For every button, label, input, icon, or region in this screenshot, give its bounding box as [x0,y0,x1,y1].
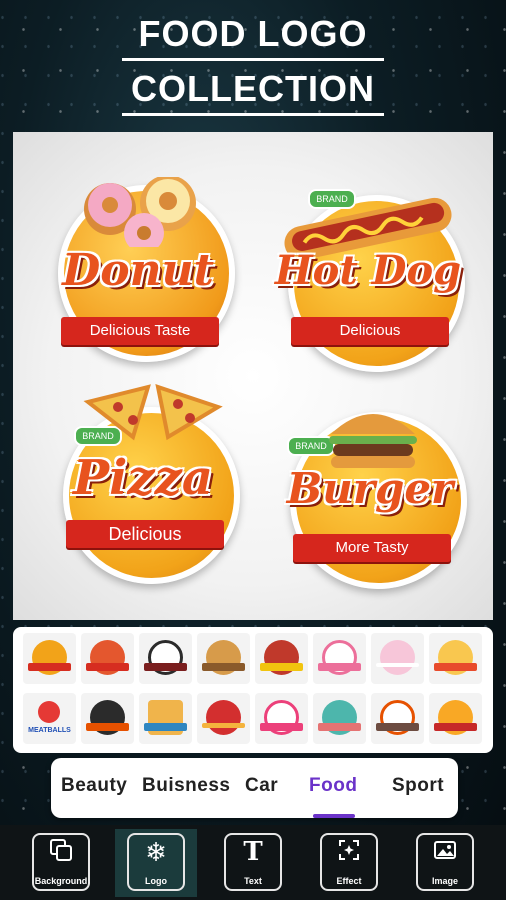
logo-ribbon: Delicious [291,317,449,345]
category-tabs: Beauty Buisness Car Food Sport [51,758,458,818]
donut-logo[interactable]: Donut Delicious Taste [33,167,243,367]
thumb-fries[interactable] [429,633,482,684]
logo-word: Donut [62,245,214,296]
tool-background[interactable]: Background [20,829,102,897]
thumb-hotdog[interactable] [81,633,134,684]
logo-ribbon: Delicious [66,520,224,548]
bottom-toolbar: Background ❄ Logo T Text Effect Image [0,825,506,900]
title-line-2: COLLECTION [122,67,384,116]
thumb-dessert[interactable] [255,693,308,744]
effect-icon [308,837,390,869]
thumb-bbq[interactable] [81,693,134,744]
tab-sport[interactable]: Sport [392,775,444,797]
tool-label: Image [431,876,458,886]
tab-buisness[interactable]: Buisness [142,775,230,797]
logo-preview-canvas[interactable]: Donut Delicious Taste BRAND Hot Dog Deli… [13,132,493,620]
logo-thumbnail-grid: MEATBALLS [13,627,493,753]
pizza-art [83,384,223,441]
logo-word: Hot Dog [274,247,462,294]
thumb-hotdog-badge[interactable] [139,633,192,684]
logo-ribbon: More Tasty [293,534,451,562]
thumb-fast-food[interactable] [429,693,482,744]
tab-beauty[interactable]: Beauty [61,775,127,797]
donut-art [84,177,196,247]
tool-label: Logo [145,876,167,886]
thumb-sandwich[interactable] [197,633,250,684]
thumb-cake[interactable] [371,633,424,684]
thumb-cake-slice[interactable] [371,693,424,744]
thumb-burger-red[interactable] [197,693,250,744]
burger-logo[interactable]: BRAND Burger More Tasty [265,394,475,594]
active-tab-indicator [313,814,355,818]
pizza-logo[interactable]: BRAND Pizza Delicious [38,382,248,584]
image-icon [404,837,486,869]
thumb-meatballs[interactable]: MEATBALLS [23,693,76,744]
hotdog-logo[interactable]: BRAND Hot Dog Delicious [263,177,473,377]
page-title: FOOD LOGO COLLECTION [0,12,506,116]
thumb-cupcake[interactable] [313,633,366,684]
thumb-donut[interactable] [23,633,76,684]
thumb-food-truck[interactable] [139,693,192,744]
tab-car[interactable]: Car [245,775,278,797]
snowflake-icon: ❄ [145,837,167,867]
tool-label: Effect [336,876,362,886]
layers-icon [20,837,102,869]
tool-label: Text [244,876,262,886]
tool-effect[interactable]: Effect [308,829,390,897]
tool-logo[interactable]: ❄ Logo [115,829,197,897]
logo-word: Burger [286,464,454,513]
thumb-bakery[interactable] [313,693,366,744]
tool-image[interactable]: Image [404,829,486,897]
tool-label: Background [34,876,88,886]
tool-text[interactable]: T Text [212,829,294,897]
thumb-burger[interactable] [255,633,308,684]
tab-food[interactable]: Food [309,775,357,797]
text-icon: T [243,837,263,867]
title-line-1: FOOD LOGO [122,12,384,61]
logo-ribbon: Delicious Taste [61,317,219,345]
logo-word: Pizza [73,450,213,506]
